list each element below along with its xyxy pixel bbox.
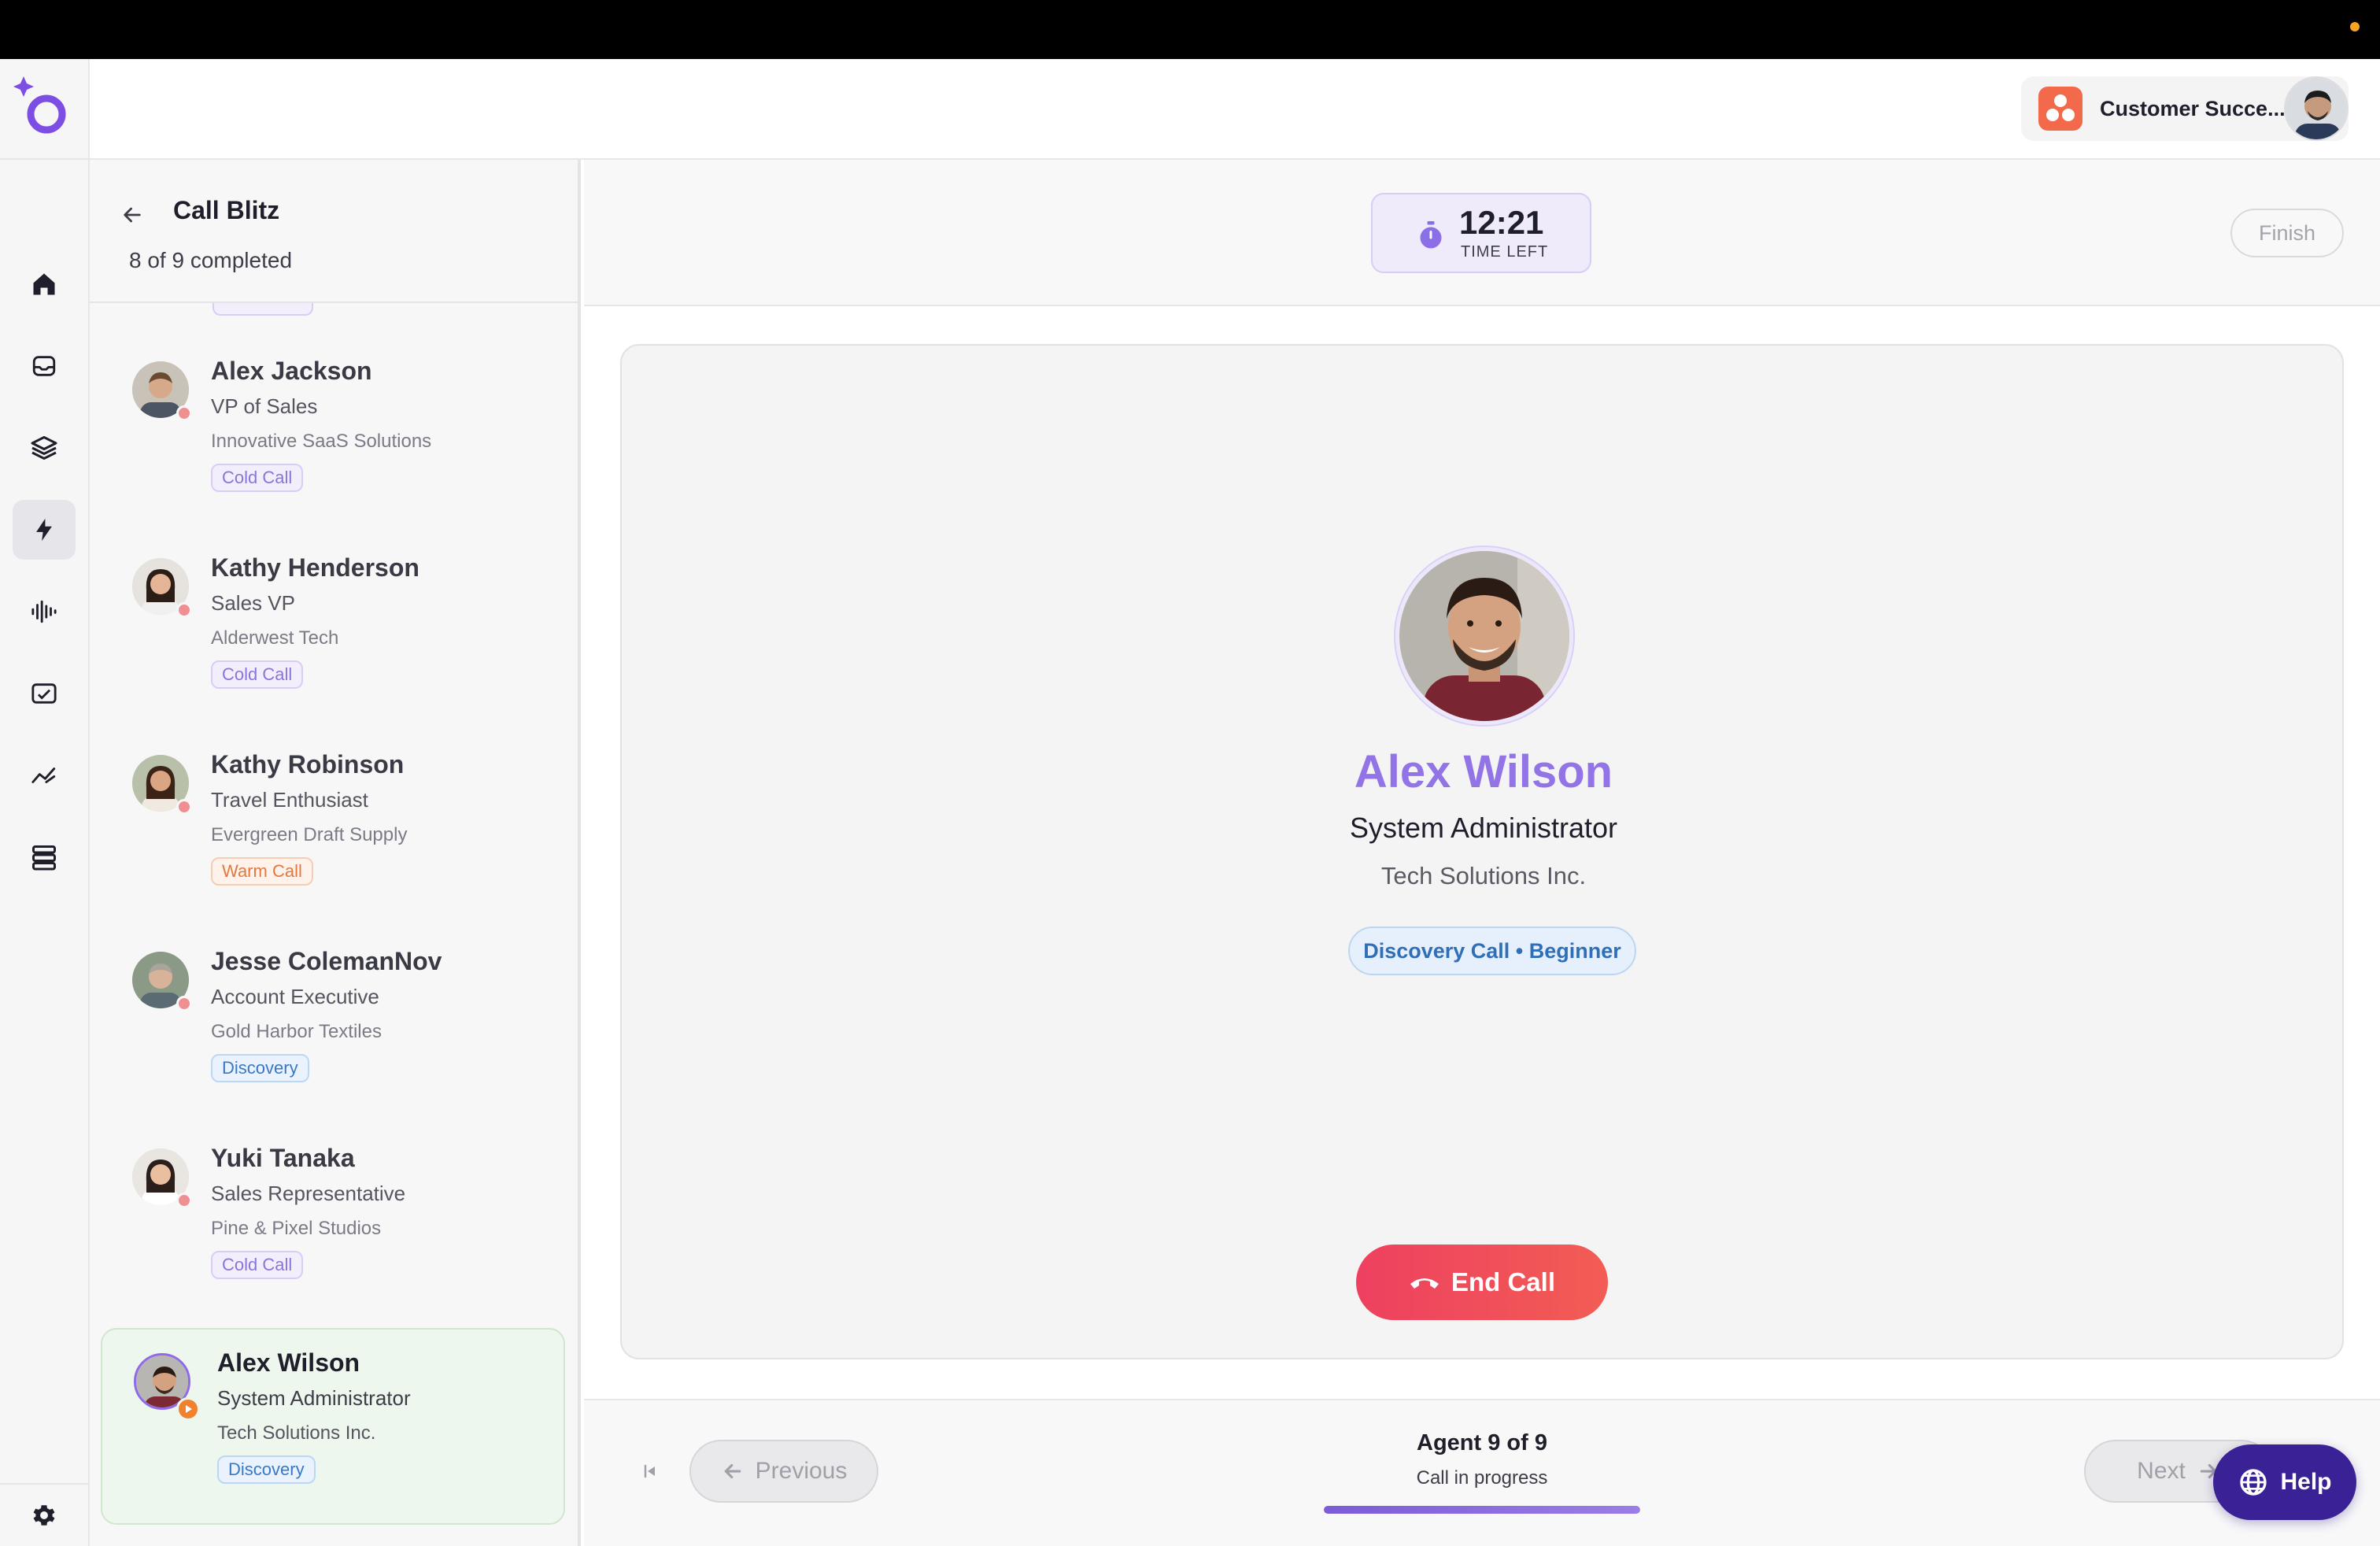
contact-role: Account Executive [211,985,379,1008]
contact-company: Pine & Pixel Studios [211,1218,382,1239]
agent-company: Tech Solutions Inc. [1380,862,1587,890]
call-type-badge: Cold Call [211,660,304,689]
checklist-board-icon[interactable] [13,664,76,723]
end-call-button[interactable]: End Call [1356,1245,1608,1320]
finish-button[interactable]: Finish [2230,209,2344,257]
call-type-badge: Warm Call [211,857,313,886]
contact-role: Travel Enthusiast [211,788,368,812]
notification-dot [2350,22,2360,31]
contact-item[interactable]: Kathy Robinson Travel Enthusiast Evergre… [90,731,578,928]
call-blitz-header: Call Blitz 8 of 9 completed [90,160,578,303]
contact-company: Innovative SaaS Solutions [211,431,432,452]
status-dot [176,1193,192,1208]
next-label: Next [2137,1458,2186,1484]
workspace-name: Customer Succe... [2100,96,2286,120]
back-button[interactable] [116,199,148,231]
contact-name: Kathy Robinson [211,750,405,779]
countdown-timer: 12:21 TIME LEFT [1371,193,1591,273]
workspace-logo [2038,87,2082,131]
contact-name: Alex Jackson [211,357,372,385]
session-toolbar: 12:21 TIME LEFT Finish [584,160,2380,306]
home-icon[interactable] [13,254,76,314]
play-icon [186,1405,192,1413]
status-dot [176,602,192,618]
call-blitz-panel: Call Blitz 8 of 9 completed Alex Jackson… [90,160,581,1546]
status-dot [176,996,192,1012]
timer-value: 12:21 [1459,204,1544,241]
help-button[interactable]: Help [2213,1444,2356,1520]
icon-sidebar [0,59,184,1546]
session-progress-bar [1324,1506,1640,1514]
contact-role: Sales Representative [211,1182,406,1205]
contact-company: Gold Harbor Textiles [211,1021,382,1042]
inbox-icon[interactable] [13,336,76,396]
database-icon[interactable] [13,827,76,887]
help-label: Help [2280,1469,2332,1495]
contact-name: Alex Wilson [217,1348,360,1377]
app-header: Customer Succe... [90,59,2380,160]
contact-company: Tech Solutions Inc. [217,1422,376,1444]
panel-title: Call Blitz [173,196,280,224]
call-area: Alex Wilson System Administrator Tech So… [584,306,2380,1399]
layers-icon[interactable] [13,418,76,478]
waveform-icon[interactable] [13,582,76,642]
contact-role: Sales VP [211,591,295,615]
user-avatar[interactable] [2284,76,2349,141]
contact-company: Alderwest Tech [211,627,339,649]
globe-icon [2240,1469,2267,1496]
call-type-badge: Discovery [217,1455,316,1484]
contact-item[interactable]: Yuki Tanaka Sales Representative Pine & … [90,1125,578,1322]
app-logo[interactable] [0,59,88,160]
contact-company: Evergreen Draft Supply [211,824,408,845]
active-call-card: Alex Wilson System Administrator Tech So… [620,344,2344,1359]
agent-avatar [1395,547,1573,725]
contact-role: VP of Sales [211,394,318,418]
agent-navigation: Previous Agent 9 of 9 Call in progress N… [584,1399,2380,1546]
arrow-left-icon [124,207,141,223]
contact-item[interactable]: Kathy Henderson Sales VP Alderwest Tech … [90,534,578,731]
lightning-icon[interactable] [13,500,76,560]
gear-icon [33,1505,55,1526]
analytics-icon[interactable] [13,745,76,805]
call-type-badge: Cold Call [211,464,304,492]
status-dot [176,799,192,815]
completion-count: 8 of 9 completed [129,248,293,272]
call-type-chip: Discovery Call • Beginner [1348,926,1636,975]
contact-name: Jesse ColemanNov [211,947,442,975]
agent-role: System Administrator [1349,812,1618,844]
agent-name: Alex Wilson [1354,746,1613,797]
end-call-label: End Call [1451,1267,1556,1296]
call-type-badge: Cold Call [211,1251,304,1279]
contact-item[interactable]: Alex Jackson VP of Sales Innovative SaaS… [90,338,578,534]
contact-role: System Administrator [217,1386,411,1410]
contact-item-current[interactable]: Alex Wilson System Administrator Tech So… [101,1328,565,1525]
timer-label: TIME LEFT [1461,243,1549,261]
status-dot [176,405,192,421]
settings-button[interactable] [0,1483,88,1546]
contact-item[interactable]: Jesse ColemanNov Account Executive Gold … [90,928,578,1125]
call-type-badge: Discovery [211,1054,309,1082]
progress-fill [1324,1506,1640,1514]
contact-name: Kathy Henderson [211,553,419,582]
contact-name: Yuki Tanaka [211,1144,355,1172]
system-top-bar [0,0,2380,59]
stopwatch-icon [1420,221,1442,249]
phone-hangup-icon [1410,1278,1439,1289]
in-progress-badge [176,1397,200,1421]
